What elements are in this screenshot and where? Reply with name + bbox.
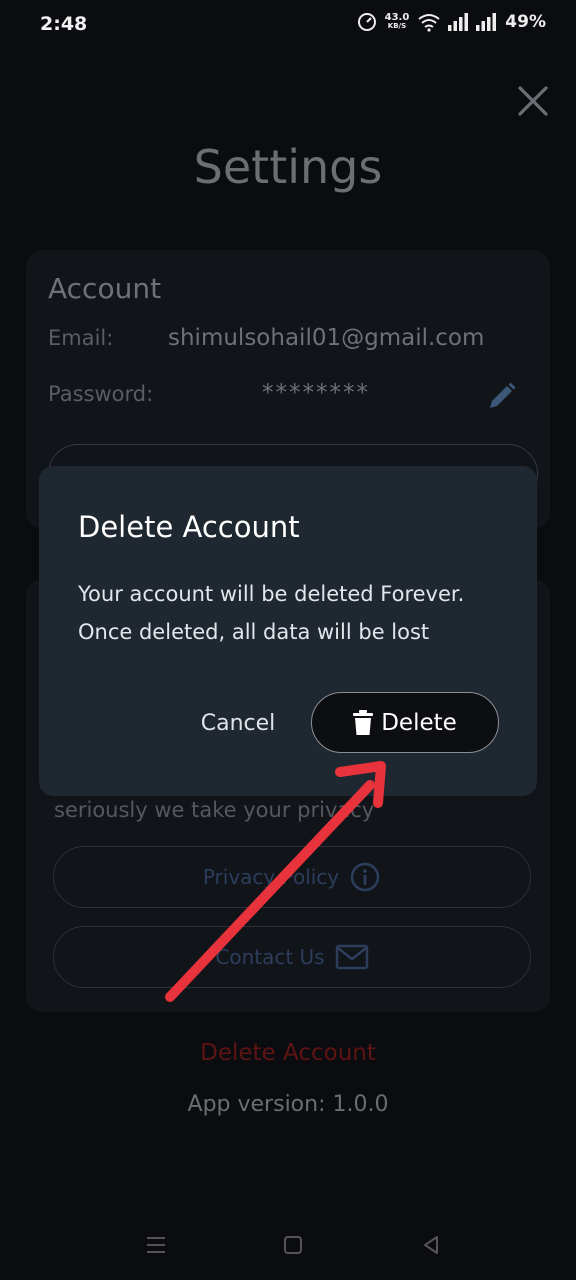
info-icon bbox=[350, 862, 380, 892]
mail-icon bbox=[335, 944, 368, 970]
trash-icon bbox=[353, 709, 374, 735]
dialog-message-line1: Your account will be deleted Forever. bbox=[78, 582, 465, 606]
email-label: Email: bbox=[48, 326, 114, 350]
password-value: ******** bbox=[262, 380, 370, 406]
app-version: App version: 1.0.0 bbox=[187, 1092, 389, 1117]
password-label: Password: bbox=[48, 382, 154, 406]
privacy-policy-button[interactable]: Privacy Policy bbox=[53, 846, 531, 908]
dialog-title: Delete Account bbox=[78, 510, 300, 544]
page-title: Settings bbox=[193, 140, 383, 194]
dialog-message-line2: Once deleted, all data will be lost bbox=[78, 620, 430, 644]
back-icon[interactable] bbox=[418, 1232, 444, 1258]
contact-us-label: Contact Us bbox=[215, 945, 325, 969]
menu-icon[interactable] bbox=[143, 1232, 169, 1258]
cancel-button[interactable]: Cancel bbox=[180, 694, 296, 752]
home-icon[interactable] bbox=[280, 1232, 306, 1258]
privacy-text: seriously we take your privacy bbox=[54, 798, 375, 822]
delete-account-link[interactable]: Delete Account bbox=[0, 1040, 576, 1066]
contact-us-button[interactable]: Contact Us bbox=[53, 926, 531, 988]
email-value: shimulsohail01@gmail.com bbox=[168, 325, 485, 351]
privacy-policy-label: Privacy Policy bbox=[202, 865, 340, 889]
delete-button-label: Delete bbox=[381, 709, 457, 736]
account-heading: Account bbox=[48, 272, 162, 305]
system-nav-bar bbox=[0, 1222, 576, 1270]
close-icon[interactable] bbox=[514, 82, 552, 120]
edit-pencil-icon[interactable] bbox=[486, 380, 518, 412]
delete-button[interactable]: Delete bbox=[311, 692, 499, 753]
